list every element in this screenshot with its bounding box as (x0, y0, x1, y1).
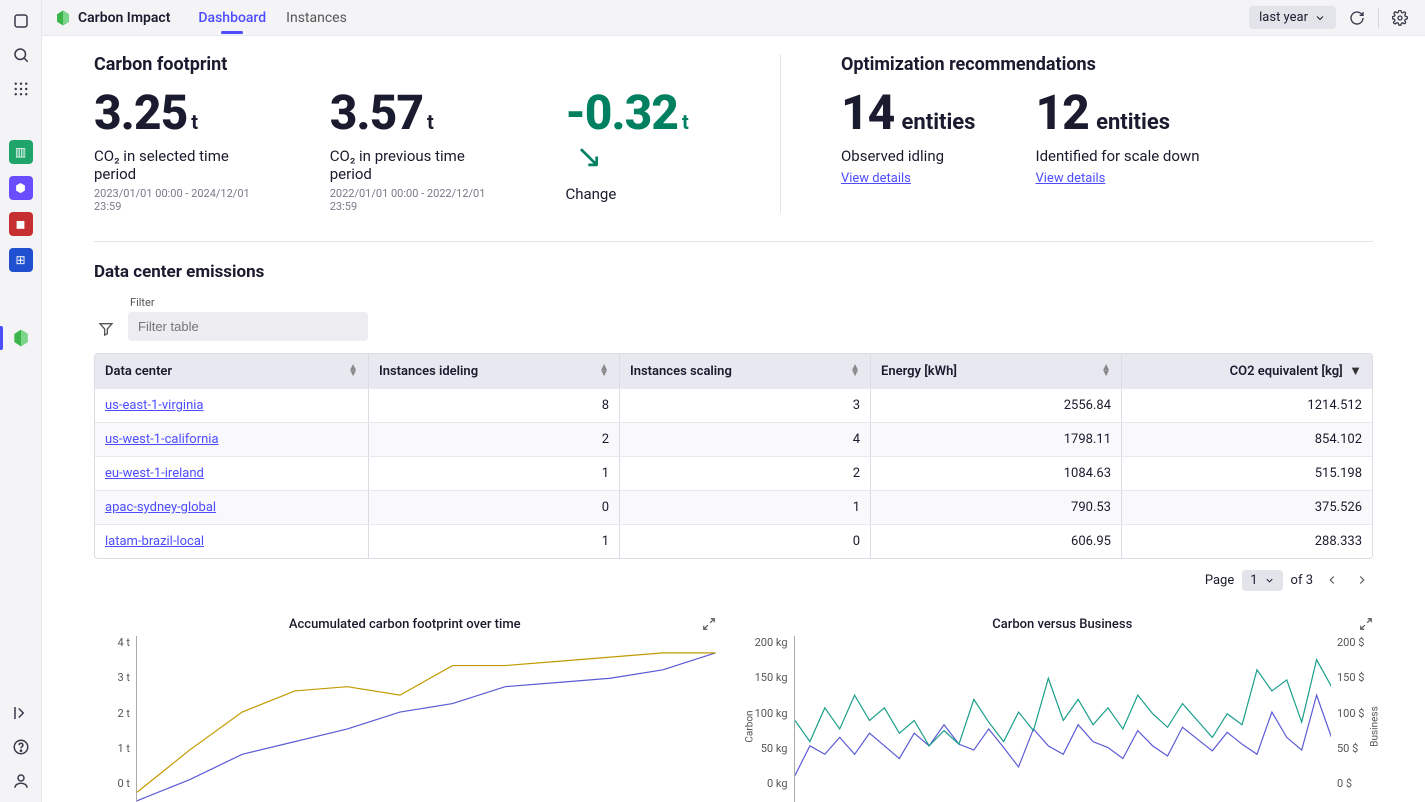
sidebar-app-carbon[interactable] (9, 326, 33, 350)
col-scaling[interactable]: Instances scaling ▲▼ (620, 354, 871, 388)
table-row: apac-sydney-global01790.53375.526 (95, 490, 1372, 524)
time-range-select[interactable]: last year (1249, 6, 1336, 29)
col-co2[interactable]: CO2 equivalent [kg] ▼ (1122, 354, 1372, 388)
page-select[interactable]: 1 (1242, 570, 1282, 591)
tab-dashboard[interactable]: Dashboard (198, 3, 266, 33)
trend-down-icon: ↘ (575, 137, 602, 175)
metric-idling: 14 entities Observed idling View details (841, 89, 976, 186)
tabs: Dashboard Instances (198, 3, 346, 33)
sidebar-app-4[interactable]: ⊞ (9, 248, 33, 272)
brand: Carbon Impact (54, 9, 170, 27)
col-idling[interactable]: Instances ideling ▲▼ (369, 354, 620, 388)
chevron-down-icon (1314, 12, 1326, 24)
expand-chart-button[interactable] (702, 617, 716, 635)
apps-grid-icon[interactable] (10, 78, 32, 100)
sidebar: ▥ ⬢ ◼ ⊞ (0, 0, 42, 802)
chart-accumulated: Accumulated carbon footprint over time 4… (94, 617, 716, 802)
pager: Page 1 of 3 (94, 569, 1373, 591)
recs-title: Optimization recommendations (841, 54, 1373, 75)
app-name: Carbon Impact (78, 10, 170, 26)
emissions-title: Data center emissions (94, 262, 1373, 282)
dc-link[interactable]: latam-brazil-local (105, 534, 204, 549)
logo-icon[interactable] (10, 10, 32, 32)
dc-link[interactable]: us-east-1-virginia (105, 398, 204, 413)
dc-link[interactable]: us-west-1-california (105, 432, 219, 447)
table-row: eu-west-1-ireland121084.63515.198 (95, 456, 1372, 490)
dc-link[interactable]: apac-sydney-global (105, 500, 216, 515)
search-icon[interactable] (10, 44, 32, 66)
refresh-button[interactable] (1344, 5, 1370, 31)
filter-label: Filter (130, 296, 368, 309)
brand-icon (54, 9, 72, 27)
sidebar-app-3[interactable]: ◼ (9, 212, 33, 236)
topbar: Carbon Impact Dashboard Instances last y… (42, 0, 1425, 36)
chevron-down-icon (1264, 575, 1275, 586)
time-range-label: last year (1259, 10, 1308, 25)
scaledown-details-link[interactable]: View details (1035, 171, 1105, 186)
sidebar-app-1[interactable]: ▥ (9, 140, 33, 164)
dc-link[interactable]: eu-west-1-ireland (105, 466, 204, 481)
sidebar-app-2[interactable]: ⬢ (9, 176, 33, 200)
metric-previous: 3.57t CO₂ in previous time period 2022/0… (330, 89, 506, 213)
footprint-title: Carbon footprint (94, 54, 720, 75)
user-icon[interactable] (10, 770, 32, 792)
page-prev[interactable] (1321, 569, 1343, 591)
emissions-table: Data center▲▼ Instances ideling ▲▼ Insta… (94, 353, 1373, 559)
table-row: us-east-1-virginia832556.841214.512 (95, 388, 1372, 422)
settings-button[interactable] (1387, 5, 1413, 31)
tab-instances[interactable]: Instances (286, 3, 347, 33)
chart-carbon-business: Carbon versus Business Carbon 200 kg150 … (752, 617, 1374, 802)
filter-icon[interactable] (94, 317, 118, 341)
filter-input[interactable] (128, 312, 368, 341)
expand-sidebar-icon[interactable] (10, 702, 32, 724)
metric-current: 3.25t CO₂ in selected time period 2023/0… (94, 89, 270, 213)
expand-chart-button[interactable] (1359, 617, 1373, 635)
metric-change: -0.32t ↘ Change (565, 89, 719, 213)
help-icon[interactable] (10, 736, 32, 758)
idling-details-link[interactable]: View details (841, 171, 911, 186)
col-datacenter[interactable]: Data center▲▼ (95, 354, 369, 388)
col-energy[interactable]: Energy [kWh] ▲▼ (871, 354, 1122, 388)
table-row: us-west-1-california241798.11854.102 (95, 422, 1372, 456)
page-next[interactable] (1351, 569, 1373, 591)
table-row: latam-brazil-local10606.95288.333 (95, 524, 1372, 558)
metric-scaledown: 12 entities Identified for scale down Vi… (1035, 89, 1199, 186)
